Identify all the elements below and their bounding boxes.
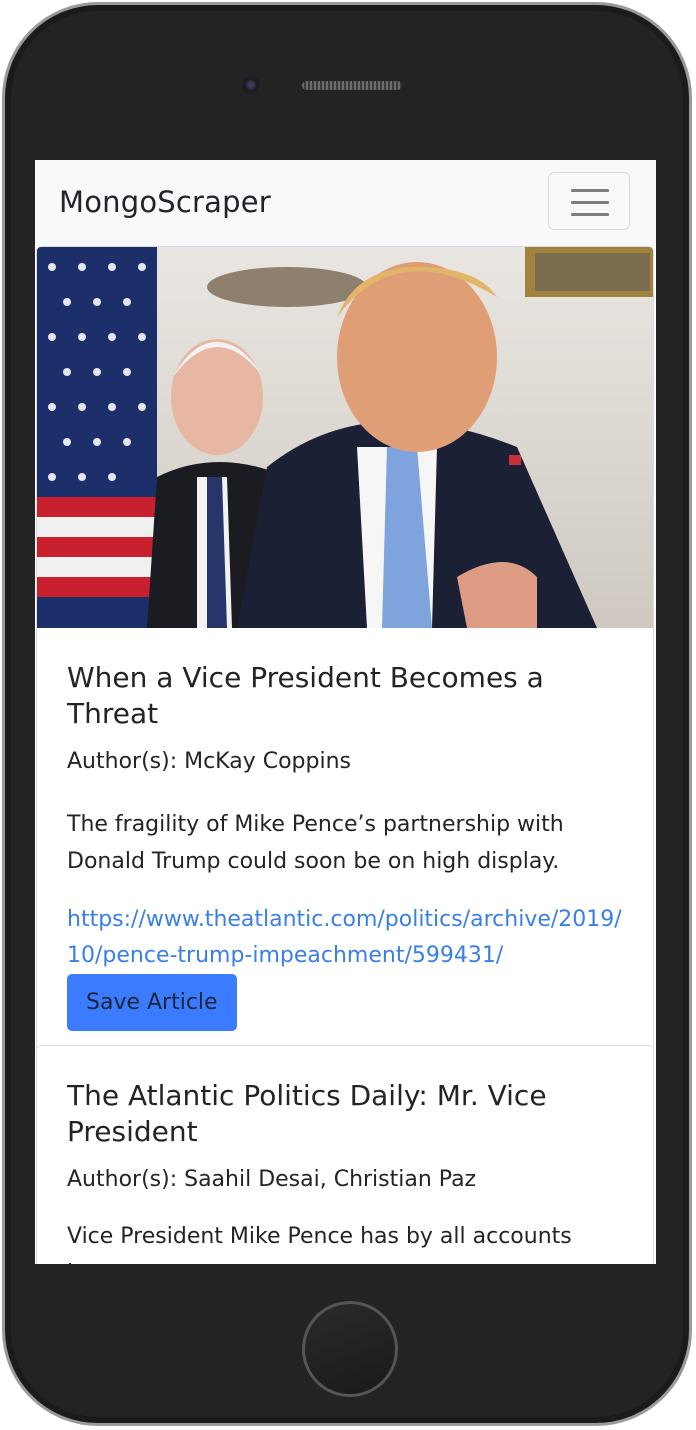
article-card-body: The Atlantic Politics Daily: Mr. Vice Pr… [37,1046,653,1264]
article-card: When a Vice President Becomes a Threat A… [36,246,654,1062]
navbar: MongoScraper [35,160,656,246]
navbar-brand[interactable]: MongoScraper [59,185,271,219]
navbar-toggler-button[interactable] [548,172,630,230]
article-title: When a Vice President Becomes a Threat [67,661,544,730]
article-title: The Atlantic Politics Daily: Mr. Vice Pr… [67,1079,547,1148]
screen: MongoScraper When a Vice President Becom… [35,160,656,1264]
home-button[interactable] [302,1301,398,1397]
article-summary: Vice President Mike Pence has by all acc… [67,1224,572,1264]
article-image [37,247,653,628]
article-photo [37,247,653,628]
speaker-grille [302,81,402,90]
front-camera-icon [242,76,260,94]
article-author: Author(s): Saahil Desai, Christian Paz [67,1167,477,1192]
save-article-button[interactable]: Save Article [67,974,237,1031]
article-summary: The fragility of Mike Pence’s partnershi… [67,812,564,874]
article-author: Author(s): McKay Coppins [67,749,351,774]
article-card: The Atlantic Politics Daily: Mr. Vice Pr… [36,1045,654,1264]
article-card-body: When a Vice President Becomes a Threat A… [37,628,653,1061]
article-link[interactable]: https://www.theatlantic.com/politics/arc… [67,902,623,974]
